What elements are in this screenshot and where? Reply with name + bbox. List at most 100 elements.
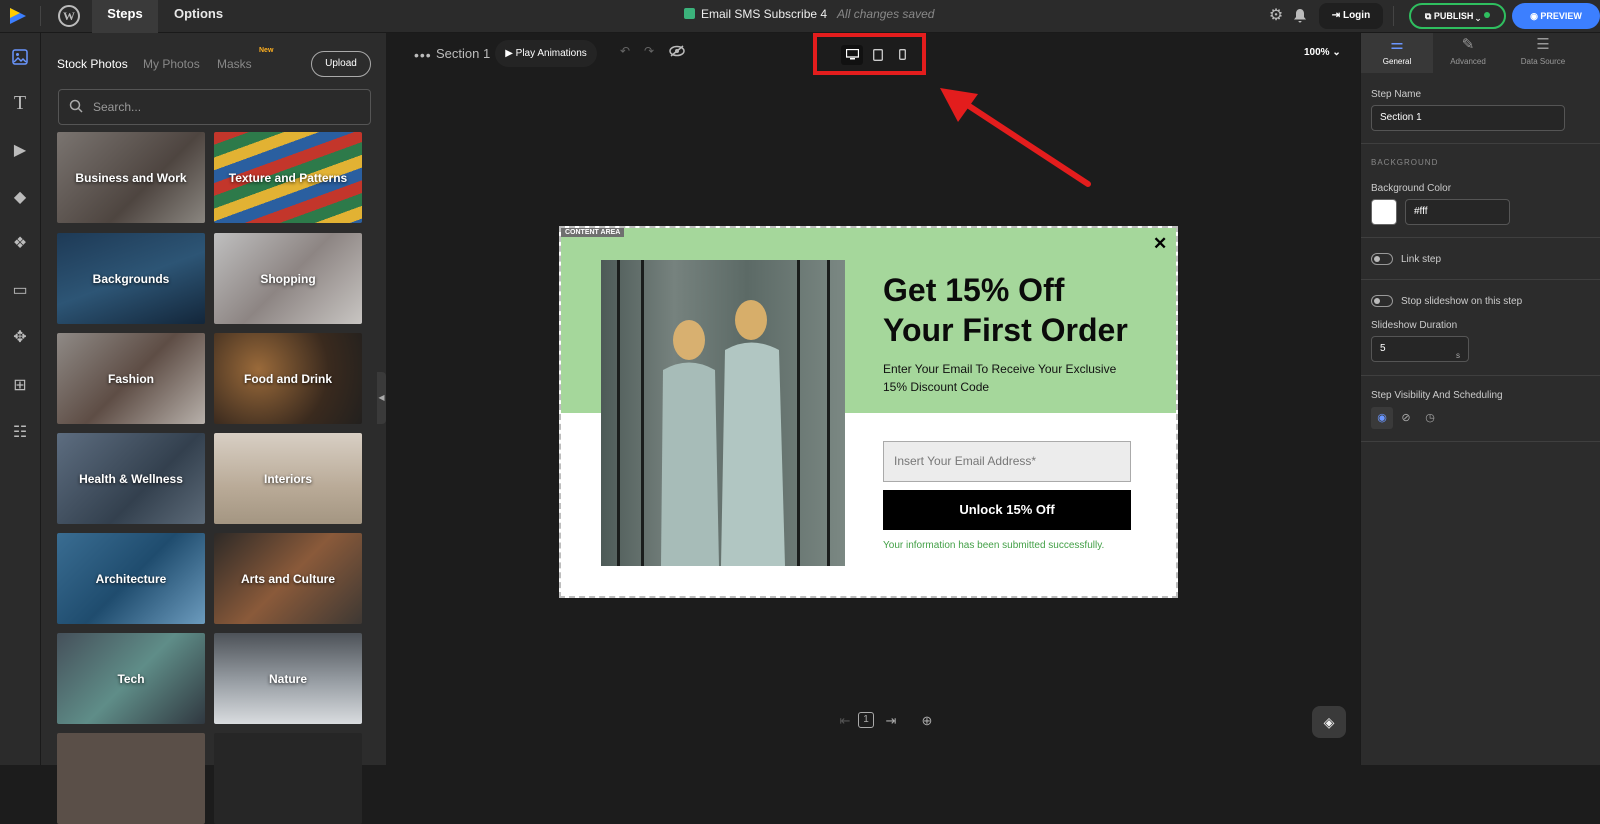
category-tile[interactable]: Shopping	[214, 233, 362, 324]
tab-masks[interactable]: Masks New	[217, 47, 273, 71]
visible-eye-icon[interactable]: ◉	[1371, 407, 1393, 429]
wordpress-icon[interactable]: W	[58, 5, 80, 27]
slideshow-duration-value: 5	[1380, 343, 1386, 354]
next-step-icon[interactable]: ⇥	[882, 712, 900, 730]
background-color-swatch[interactable]	[1371, 199, 1397, 225]
category-label: Interiors	[263, 471, 312, 486]
category-tile[interactable]: Architecture	[57, 533, 205, 624]
tab-my-photos[interactable]: My Photos	[143, 57, 200, 71]
tablet-icon[interactable]	[867, 45, 889, 65]
headline-line-2: Your First Order	[883, 312, 1128, 348]
undo-icon[interactable]: ↶	[614, 41, 636, 61]
prev-step-icon[interactable]: ⇤	[836, 712, 854, 730]
add-step-icon[interactable]: ⊕	[918, 712, 936, 730]
section-name: Section 1	[436, 46, 491, 61]
category-label: Shopping	[260, 271, 316, 286]
preview-button[interactable]: ◉ PREVIEW	[1512, 3, 1600, 29]
clock-icon[interactable]: ◷	[1419, 407, 1441, 429]
eye-icon: ◉	[1530, 11, 1541, 21]
document-title: Email SMS Subscribe 4 All changes saved	[684, 7, 934, 21]
publish-label: PUBLISH	[1433, 11, 1474, 21]
bell-icon[interactable]	[1290, 6, 1310, 26]
button-icon[interactable]: ▭	[8, 279, 32, 303]
category-tile[interactable]: Backgrounds	[57, 233, 205, 324]
category-tile[interactable]	[57, 733, 205, 824]
category-tile[interactable]: Nature	[214, 633, 362, 724]
category-label: Backgrounds	[92, 271, 170, 286]
divider	[1393, 6, 1394, 26]
stop-slideshow-toggle[interactable]	[1371, 295, 1393, 307]
step-name-input[interactable]: Section 1	[1371, 105, 1565, 131]
more-icon[interactable]: •••	[414, 47, 432, 63]
category-label: Texture and Patterns	[228, 170, 348, 185]
category-tile[interactable]: Health & Wellness	[57, 433, 205, 524]
search-input[interactable]	[93, 98, 353, 116]
hidden-eye-icon[interactable]: ⊘	[1395, 407, 1417, 429]
unlock-button[interactable]: Unlock 15% Off	[883, 490, 1131, 530]
wrench-icon: ✎	[1461, 36, 1475, 53]
popup-headline: Get 15% Off Your First Order	[883, 270, 1153, 350]
redo-icon[interactable]: ↷	[638, 41, 660, 61]
category-label: Nature	[268, 671, 307, 686]
mobile-icon[interactable]	[891, 45, 913, 65]
elements-icon[interactable]: ❖	[8, 232, 32, 256]
tab-options[interactable]: Options	[164, 0, 233, 33]
layers-icon[interactable]: ◈	[1312, 706, 1346, 738]
background-section-title: BACKGROUND	[1371, 158, 1439, 167]
tab-stock-photos[interactable]: Stock Photos	[57, 57, 128, 71]
play-animations-button[interactable]: ▶ Play Animations	[495, 40, 597, 67]
tab-steps[interactable]: Steps	[92, 0, 158, 33]
collapse-panel-handle[interactable]: ◀	[377, 372, 386, 424]
close-icon[interactable]: ✕	[1153, 234, 1167, 254]
category-label: Architecture	[95, 571, 167, 586]
publish-button[interactable]: ⧉ PUBLISH ⌄	[1409, 3, 1506, 29]
annotation-arrow	[940, 88, 1091, 187]
popup-image[interactable]	[601, 260, 845, 566]
add-icon[interactable]: ⊞	[8, 374, 32, 398]
gear-icon[interactable]: ⚙	[1266, 6, 1286, 26]
background-color-input[interactable]: #fff	[1405, 199, 1510, 225]
video-icon[interactable]: ▶	[8, 139, 32, 163]
move-icon[interactable]: ✥	[8, 326, 32, 350]
desktop-icon[interactable]	[841, 45, 863, 65]
login-button[interactable]: ⇥ Login	[1319, 3, 1383, 29]
category-label: Food and Drink	[244, 371, 332, 386]
hide-icon[interactable]	[666, 41, 688, 61]
category-tile[interactable]: Texture and Patterns	[214, 132, 362, 223]
tab-general[interactable]: ⚌ General	[1361, 33, 1433, 73]
tool-rail: T ▶ ◆ ❖ ▭ ✥ ⊞ ☷	[0, 33, 41, 765]
popup-preview[interactable]: CONTENT AREA ✕ Get 15% Off Your First Or…	[559, 226, 1178, 598]
divider	[1361, 237, 1600, 238]
play-label: Play Animations	[515, 48, 587, 59]
image-icon[interactable]	[8, 45, 32, 69]
email-field[interactable]: Insert Your Email Address*	[883, 441, 1131, 482]
category-label: Arts and Culture	[240, 571, 335, 586]
tab-advanced[interactable]: ✎ Advanced	[1433, 33, 1503, 73]
text-icon[interactable]: T	[8, 91, 32, 115]
zoom-value: 100%	[1304, 47, 1330, 58]
form-icon[interactable]: ☷	[8, 421, 32, 445]
slideshow-duration-input[interactable]: 5 s	[1371, 336, 1469, 362]
shapes-icon[interactable]: ◆	[8, 186, 32, 210]
category-tile[interactable]: Interiors	[214, 433, 362, 524]
category-tile[interactable]: Arts and Culture	[214, 533, 362, 624]
device-switcher-highlight	[813, 33, 926, 75]
tab-advanced-label: Advanced	[1450, 57, 1486, 66]
tab-data-source[interactable]: ☰ Data Source	[1505, 33, 1581, 73]
category-tile[interactable]: Business and Work	[57, 132, 205, 223]
link-step-toggle[interactable]	[1371, 253, 1393, 265]
app-logo-icon[interactable]	[8, 6, 28, 26]
zoom-select[interactable]: 100% ⌄	[1304, 47, 1341, 58]
category-tile[interactable]: Fashion	[57, 333, 205, 424]
category-tile[interactable]	[214, 733, 362, 824]
document-name[interactable]: Email SMS Subscribe 4	[701, 7, 827, 21]
divider	[1361, 143, 1600, 144]
search-box	[58, 89, 371, 125]
category-tile[interactable]: Food and Drink	[214, 333, 362, 424]
step-number: 1	[858, 712, 874, 728]
canvas-toolbar: ••• Section 1 ▶ Play Animations ↶ ↷ 100%…	[386, 33, 1360, 75]
upload-button[interactable]: Upload	[311, 51, 371, 77]
sliders-icon: ⚌	[1390, 36, 1404, 53]
success-message: Your information has been submitted succ…	[883, 540, 1105, 551]
category-tile[interactable]: Tech	[57, 633, 205, 724]
